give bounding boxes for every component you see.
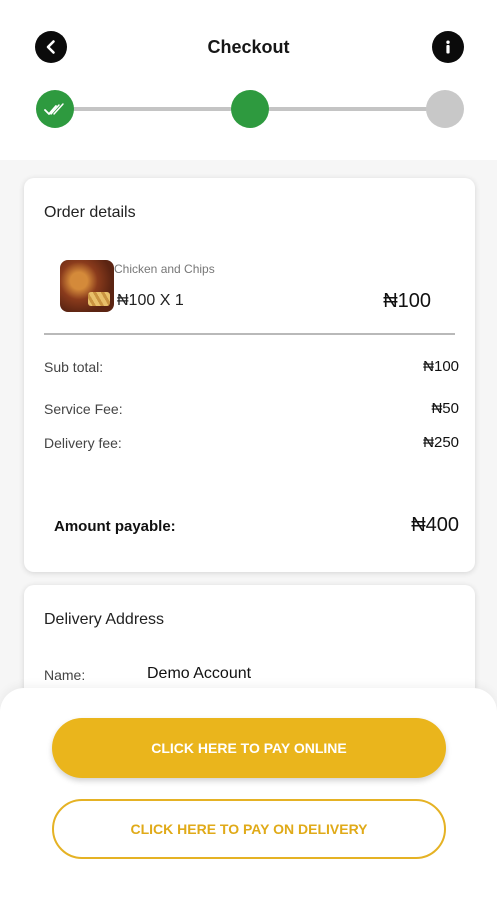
delivery-address-title: Delivery Address bbox=[44, 611, 165, 628]
subtotal-label: Sub total: bbox=[44, 359, 104, 375]
item-quantity: ₦100 X 1 bbox=[117, 292, 184, 309]
service-fee-label: Service Fee: bbox=[44, 401, 123, 417]
item-name: Chicken and Chips bbox=[114, 262, 215, 276]
name-value: Demo Account bbox=[147, 665, 252, 682]
double-check-icon bbox=[44, 103, 64, 115]
step-completed bbox=[36, 90, 74, 128]
page-title: Checkout bbox=[207, 37, 290, 57]
item-price: ₦100 bbox=[383, 290, 431, 312]
service-fee-value: ₦50 bbox=[431, 400, 459, 417]
food-item-image bbox=[60, 260, 114, 312]
divider bbox=[44, 333, 455, 335]
info-icon bbox=[446, 40, 450, 54]
amount-payable-label: Amount payable: bbox=[54, 518, 176, 535]
stepper-connector bbox=[268, 107, 428, 111]
amount-payable-value: ₦400 bbox=[411, 514, 459, 536]
order-details-title: Order details bbox=[44, 204, 136, 221]
name-label: Name: bbox=[44, 667, 86, 683]
pay-on-delivery-button[interactable]: CLICK HERE TO PAY ON DELIVERY bbox=[52, 799, 446, 859]
subtotal-value: ₦100 bbox=[423, 358, 459, 375]
info-button[interactable] bbox=[432, 31, 464, 63]
step-pending bbox=[426, 90, 464, 128]
pay-online-button[interactable]: CLICK HERE TO PAY ONLINE bbox=[52, 718, 446, 778]
stepper-connector bbox=[70, 107, 232, 111]
order-details-card: Order details Chicken and Chips ₦100 X 1… bbox=[24, 178, 475, 572]
step-current bbox=[231, 90, 269, 128]
delivery-fee-label: Delivery fee: bbox=[44, 435, 122, 451]
checkout-stepper bbox=[36, 90, 464, 128]
delivery-fee-value: ₦250 bbox=[423, 434, 459, 451]
payment-actions-sheet: CLICK HERE TO PAY ONLINE CLICK HERE TO P… bbox=[0, 688, 497, 900]
app-header: Checkout bbox=[0, 0, 497, 160]
